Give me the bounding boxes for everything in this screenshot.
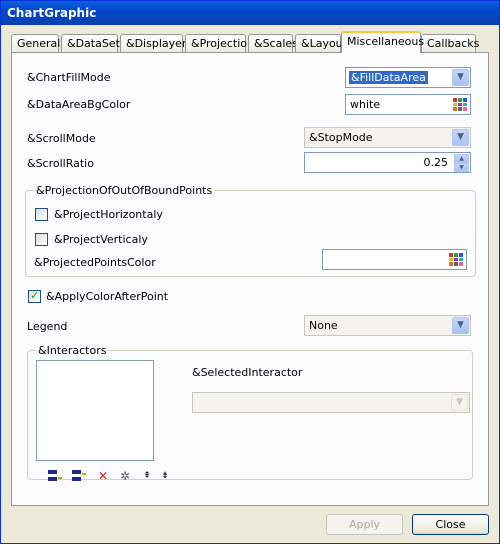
add-first-icon[interactable] [47, 468, 63, 484]
apply-color-after-point-label: &ApplyColorAfterPoint [46, 290, 169, 303]
delete-icon[interactable]: ✕ [95, 468, 111, 484]
scroll-mode-label: &ScrollMode [27, 132, 96, 145]
project-verticaly-label: &ProjectVerticaly [54, 233, 148, 246]
apply-button[interactable]: Apply [326, 514, 403, 535]
tab-projection[interactable]: &Projection [185, 34, 254, 52]
interactors-list[interactable] [36, 360, 154, 461]
data-area-bg-color-label: &DataAreaBgColor [27, 98, 131, 111]
chartgraphic-window: ChartGraphic General &DataSets &Displaye… [0, 0, 500, 544]
add-last-icon[interactable] [71, 468, 87, 484]
projection-group-title: &ProjectionOfOutOfBoundPoints [34, 184, 215, 197]
scroll-mode-value: &StopMode [309, 131, 373, 144]
title-bar: ChartGraphic [1, 1, 499, 25]
check-icon: ✓ [30, 289, 40, 302]
chart-fill-mode-value: &FillDataArea [349, 71, 428, 84]
tab-callbacks[interactable]: Callbacks [421, 34, 479, 52]
legend-value: None [309, 319, 338, 332]
chevron-down-icon[interactable]: ▼ [452, 69, 469, 86]
scroll-mode-select[interactable]: &StopMode ▼ [304, 127, 471, 148]
tab-miscellaneous[interactable]: Miscellaneous [341, 31, 424, 53]
scroll-ratio-value: 0.25 [423, 156, 449, 169]
projected-points-color-label: &ProjectedPointsColor [34, 256, 156, 269]
legend-label: Legend [27, 320, 68, 333]
tab-general[interactable]: General [11, 34, 60, 52]
tab-scales[interactable]: &Scales [248, 34, 298, 52]
window-title: ChartGraphic [7, 6, 97, 20]
settings-icon[interactable]: ✲ [117, 468, 133, 484]
selected-interactor-select[interactable]: ▼ [192, 392, 470, 413]
legend-select[interactable]: None ▼ [304, 315, 471, 336]
chevron-down-icon[interactable]: ▼ [452, 129, 469, 146]
scroll-ratio-label: &ScrollRatio [27, 157, 94, 170]
tab-layout[interactable]: &Layout [295, 34, 347, 52]
apply-color-after-point-checkbox[interactable]: ✓ [28, 289, 41, 303]
chart-fill-mode-label: &ChartFillMode [27, 71, 111, 84]
selected-interactor-label: &SelectedInteractor [192, 366, 303, 379]
project-verticaly-checkbox[interactable] [35, 233, 48, 246]
spin-up-icon[interactable]: ▲ [454, 154, 469, 163]
misc-panel: &ChartFillMode &FillDataArea ▼ &DataArea… [11, 52, 489, 506]
move-down-icon[interactable]: ⇟ [157, 468, 173, 484]
project-horizontaly-label: &ProjectHorizontaly [54, 208, 163, 221]
project-horizontaly-checkbox[interactable] [35, 208, 48, 221]
interactors-group-title: &Interactors [36, 344, 109, 357]
projection-group: &ProjectionOfOutOfBoundPoints &ProjectHo… [25, 184, 476, 277]
data-area-bg-color-value: white [350, 98, 381, 111]
color-palette-icon[interactable] [449, 253, 463, 266]
chevron-down-icon[interactable]: ▼ [452, 317, 469, 334]
spin-down-icon[interactable]: ▼ [454, 163, 469, 172]
interactors-group: &Interactors &SelectedInteractor ▼ ✕ ✲ ⇞… [27, 344, 473, 483]
projected-points-color-field[interactable] [322, 249, 467, 270]
color-palette-icon[interactable] [453, 98, 467, 111]
chevron-down-icon[interactable]: ▼ [451, 394, 468, 411]
tab-displayers[interactable]: &Displayers [120, 34, 192, 52]
tab-datasets[interactable]: &DataSets [61, 34, 126, 52]
close-button[interactable]: Close [412, 514, 489, 535]
move-up-icon[interactable]: ⇞ [139, 468, 155, 484]
data-area-bg-color-field[interactable]: white [345, 94, 471, 115]
scroll-ratio-spinner[interactable]: 0.25 ▲ ▼ [304, 152, 471, 173]
chart-fill-mode-select[interactable]: &FillDataArea ▼ [345, 67, 471, 88]
